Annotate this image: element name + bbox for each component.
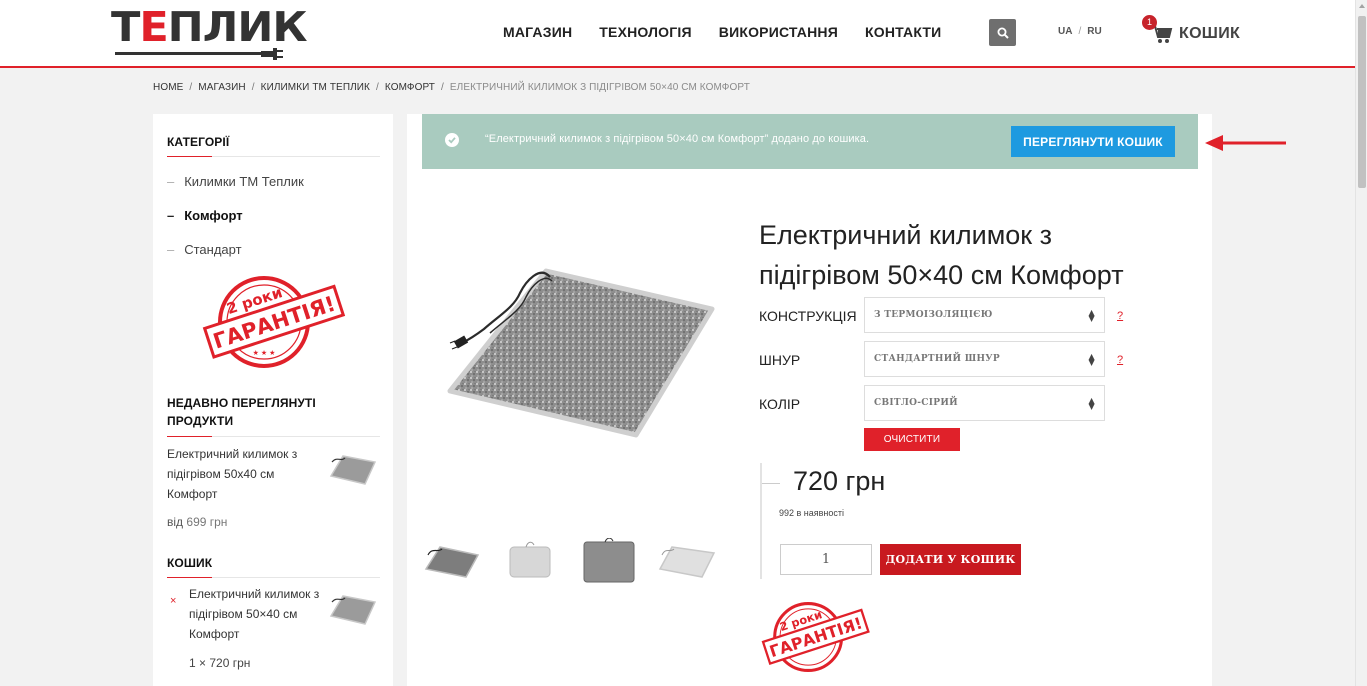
option-label-cord: ШНУР — [759, 352, 801, 368]
gallery-thumb-3[interactable] — [581, 538, 637, 584]
gallery-thumb-1[interactable] — [424, 541, 480, 581]
product-title: Електричний килимок з підігрівом 50×40 с… — [759, 220, 1124, 290]
cord-select[interactable]: стандартний шнур ▲ ▼ — [864, 341, 1105, 377]
clear-options-button[interactable]: ОЧИСТИТИ — [864, 428, 960, 451]
select-arrows-icon: ▲ ▼ — [1088, 351, 1095, 367]
recent-product-thumb[interactable] — [329, 452, 377, 486]
option-label-construction: КОНСТРУКЦІЯ — [759, 308, 857, 324]
recent-title: НЕДАВНО ПЕРЕГЛЯНУТІ ПРОДУКТИ — [167, 396, 316, 428]
breadcrumb: HOME / МАГАЗИН / КИЛИМКИ ТМ ТЕПЛИК / КОМФОРТ / Е… — [153, 82, 750, 93]
category-item-standard[interactable]: – Стандарт — [167, 242, 242, 257]
logo-cord-line — [115, 52, 265, 55]
scroll-thumb[interactable] — [1358, 16, 1366, 188]
mini-cart-item-link[interactable]: Електричний килимок з підігрівом 50×40 с… — [189, 584, 329, 644]
nav-usage[interactable]: ВИКОРИСТАННЯ — [719, 24, 838, 40]
added-to-cart-notice: “Електричний килимок з підігрівом 50×40 … — [422, 114, 1198, 169]
nav-contacts[interactable]: КОНТАКТИ — [865, 24, 941, 40]
arrow-left-icon — [1205, 135, 1286, 151]
option-label-color: КОЛІР — [759, 396, 801, 412]
warranty-stamp-product: ГАРАНТІЯ! 2 роки — [761, 602, 870, 672]
breadcrumb-mats[interactable]: КИЛИМКИ ТМ ТЕПЛИК — [261, 82, 370, 93]
mini-cart-title-rule — [167, 577, 380, 578]
search-icon — [997, 27, 1009, 39]
add-to-cart-button[interactable]: ДОДАТИ У КОШИК — [880, 544, 1021, 575]
remove-item-icon[interactable]: × — [170, 595, 176, 607]
select-arrows-icon: ▲ ▼ — [1088, 307, 1095, 323]
mini-cart-thumb[interactable] — [329, 592, 377, 626]
product-price: 720 грн — [793, 466, 886, 496]
page-scrollbar[interactable] — [1355, 0, 1367, 686]
category-item-comfort[interactable]: – Комфорт — [167, 208, 243, 223]
categories-title-rule — [167, 156, 380, 157]
construction-help-link[interactable]: ? — [1117, 310, 1123, 322]
search-button[interactable] — [989, 19, 1016, 46]
quantity-input[interactable]: 1 — [780, 544, 872, 575]
categories-title: КАТЕГОРІЇ — [167, 135, 230, 149]
view-cart-button[interactable]: ПЕРЕГЛЯНУТИ КОШИК — [1011, 126, 1175, 157]
lang-ru[interactable]: RU — [1087, 26, 1101, 37]
price-rule — [760, 463, 762, 579]
breadcrumb-comfort[interactable]: КОМФОРТ — [385, 82, 435, 93]
lang-separator: / — [1078, 26, 1082, 37]
price-dash — [762, 483, 780, 484]
product-main-image[interactable] — [440, 263, 730, 463]
product-card: Електричний килимок з підігрівом 50×40 с… — [422, 193, 1198, 686]
recent-title-rule — [167, 436, 380, 437]
language-switcher: UA / RU — [1058, 26, 1102, 37]
breadcrumb-current: ЕЛЕКТРИЧНИЙ КИЛИМОК З ПІДІГРІВОМ 50×40 С… — [449, 82, 750, 93]
mini-cart-title: КОШИК — [167, 556, 213, 570]
recent-product-price: від 699 грн — [167, 515, 228, 529]
main-nav: МАГАЗИН ТЕХНОЛОГІЯ ВИКОРИСТАННЯ КОНТАКТИ — [503, 24, 968, 40]
category-item-teplik[interactable]: – Килимки ТМ Теплик — [167, 174, 304, 189]
header-cart[interactable]: 1 КОШИК — [1141, 14, 1240, 48]
site-header: ТЕПЛИК МАГАЗИН ТЕХНОЛОГІЯ ВИКОРИСТАННЯ К… — [0, 0, 1355, 68]
gallery-thumb-4[interactable] — [658, 543, 716, 579]
lang-ua[interactable]: UA — [1058, 26, 1072, 37]
plug-icon — [261, 48, 283, 60]
select-arrows-icon: ▲ ▼ — [1088, 395, 1095, 411]
nav-shop[interactable]: МАГАЗИН — [503, 24, 572, 40]
stamp-stars: ★ ★ ★ — [253, 349, 276, 357]
breadcrumb-separator: / — [441, 82, 444, 93]
color-select[interactable]: світло-сірий ▲ ▼ — [864, 385, 1105, 421]
notice-message: “Електричний килимок з підігрівом 50×40 … — [485, 133, 870, 145]
mini-cart-qty: 1 × 720 грн — [189, 656, 251, 670]
cord-help-link[interactable]: ? — [1117, 354, 1123, 366]
gallery-thumb-2[interactable] — [506, 541, 554, 581]
logo-text: ТЕПЛИК — [111, 3, 308, 51]
breadcrumb-separator: / — [251, 82, 255, 93]
cart-count-badge: 1 — [1142, 15, 1157, 30]
stock-status: 992 в наявності — [779, 508, 845, 518]
construction-select[interactable]: з термоізоляцією ▲ ▼ — [864, 297, 1105, 333]
breadcrumb-shop[interactable]: МАГАЗИН — [198, 82, 245, 93]
scroll-up-arrow[interactable] — [1359, 4, 1365, 8]
nav-technology[interactable]: ТЕХНОЛОГІЯ — [599, 24, 691, 40]
check-circle-icon — [445, 133, 459, 147]
main-content: “Електричний килимок з підігрівом 50×40 … — [407, 114, 1212, 686]
recent-product-link[interactable]: Електричний килимок з підігрівом 50х40 с… — [167, 444, 307, 504]
sidebar: КАТЕГОРІЇ – Килимки ТМ Теплик – Комфорт – С… — [153, 114, 393, 686]
site-logo[interactable]: ТЕПЛИК — [111, 5, 308, 63]
breadcrumb-separator: / — [375, 82, 379, 93]
warranty-stamp: ГАРАНТІЯ! 2 роки ★ ★ ★ — [202, 276, 346, 368]
breadcrumb-separator: / — [189, 82, 193, 93]
cart-label: КОШИК — [1179, 25, 1241, 42]
breadcrumb-home[interactable]: HOME — [153, 82, 183, 93]
